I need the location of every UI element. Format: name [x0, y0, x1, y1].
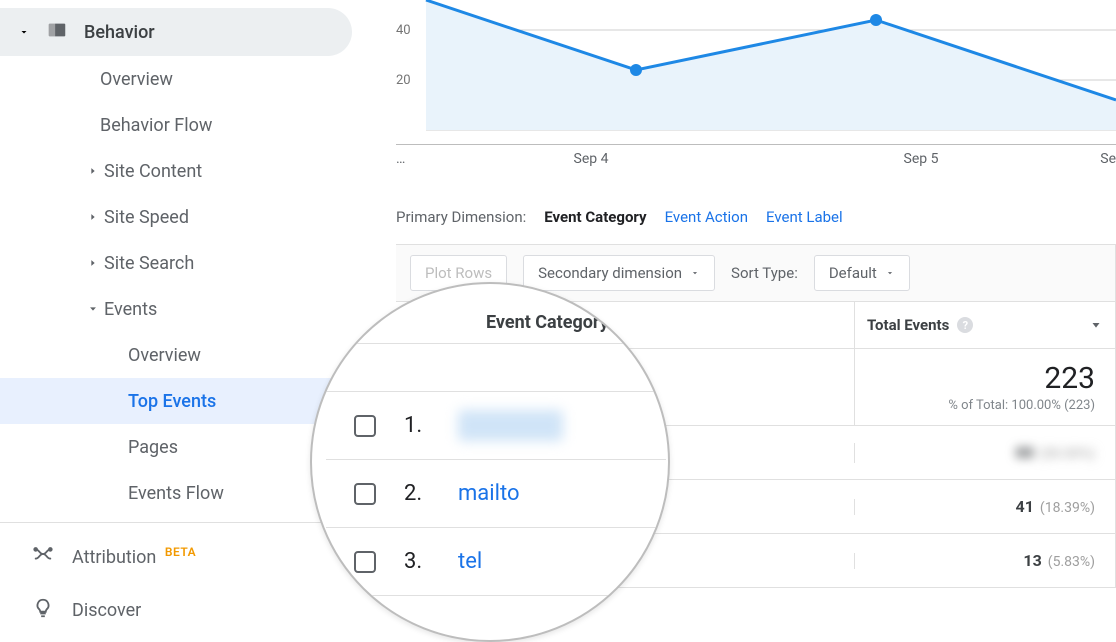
caret-down-icon: [18, 22, 30, 43]
mag-row: 2. mailto: [326, 460, 666, 528]
total-events-summary: 223 % of Total: 100.00% (223): [855, 349, 1115, 425]
nav-site-content[interactable]: Site Content: [0, 148, 376, 194]
nav-attribution[interactable]: Attribution BETA: [0, 529, 376, 583]
secondary-dimension-select[interactable]: Secondary dimension: [523, 255, 715, 291]
nav-events-overview[interactable]: Overview: [0, 332, 376, 378]
tab-event-label[interactable]: Event Label: [766, 208, 843, 226]
nav-events[interactable]: Events: [0, 286, 376, 332]
line-chart[interactable]: 40 20: [396, 0, 1116, 140]
caret-right-icon: [86, 166, 100, 176]
nav-label: Discover: [72, 600, 141, 621]
event-category-link[interactable]: mailto: [458, 481, 520, 506]
row-checkbox[interactable]: [354, 483, 376, 505]
chart: 40 20 … Sep 4 Sep 5 Se: [396, 0, 1116, 160]
nav-site-speed[interactable]: Site Speed: [0, 194, 376, 240]
event-category-link[interactable]: [458, 410, 563, 441]
sort-type-label: Sort Type:: [731, 264, 798, 282]
nav-site-search[interactable]: Site Search: [0, 240, 376, 286]
sort-descending-icon: [1089, 316, 1103, 334]
help-icon[interactable]: ?: [957, 317, 973, 333]
behavior-icon: [46, 19, 68, 46]
lightbulb-icon: [32, 597, 54, 624]
caret-down-icon: [86, 304, 100, 314]
mag-row: 3. tel: [326, 528, 666, 596]
ytick: 40: [396, 23, 411, 38]
chart-x-axis: … Sep 4 Sep 5 Se: [396, 144, 1116, 167]
tab-event-action[interactable]: Event Action: [665, 208, 748, 226]
event-category-link[interactable]: tel: [458, 549, 482, 574]
ytick: 20: [396, 73, 411, 88]
caret-down-icon: [885, 264, 895, 282]
caret-down-icon: [690, 264, 700, 282]
tab-event-category[interactable]: Event Category: [544, 208, 646, 226]
sort-type-select[interactable]: Default: [814, 255, 910, 291]
help-icon: ?: [619, 315, 635, 331]
nav-label: Behavior: [84, 22, 155, 43]
nav-label: Attribution: [72, 547, 156, 568]
caret-right-icon: [86, 258, 100, 268]
nav-discover[interactable]: Discover: [0, 583, 376, 637]
row-checkbox[interactable]: [354, 551, 376, 573]
caret-right-icon: [86, 212, 100, 222]
attribution-icon: [32, 543, 54, 570]
beta-badge: BETA: [165, 545, 196, 559]
magnifier-overlay: Event Category ? 1. 2. mailto 3. tel: [310, 282, 670, 642]
mag-row: 1.: [326, 392, 666, 460]
row-value: 00(00.00%): [855, 443, 1115, 462]
nav-behavior[interactable]: Behavior: [0, 8, 352, 56]
sidebar: Behavior Overview Behavior Flow Site Con…: [0, 0, 376, 637]
primary-dimension-label: Primary Dimension:: [396, 208, 526, 226]
nav-behavior-flow[interactable]: Behavior Flow: [0, 102, 376, 148]
row-value: 41(18.39%): [855, 497, 1115, 516]
row-checkbox[interactable]: [354, 415, 376, 437]
mag-column-header: Event Category ?: [326, 302, 666, 344]
primary-dimension-row: Primary Dimension: Event Category Event …: [396, 208, 1116, 226]
row-value: 13(5.83%): [855, 551, 1115, 570]
nav-behavior-overview[interactable]: Overview: [0, 56, 376, 102]
column-total-events[interactable]: Total Events ?: [855, 302, 1115, 348]
